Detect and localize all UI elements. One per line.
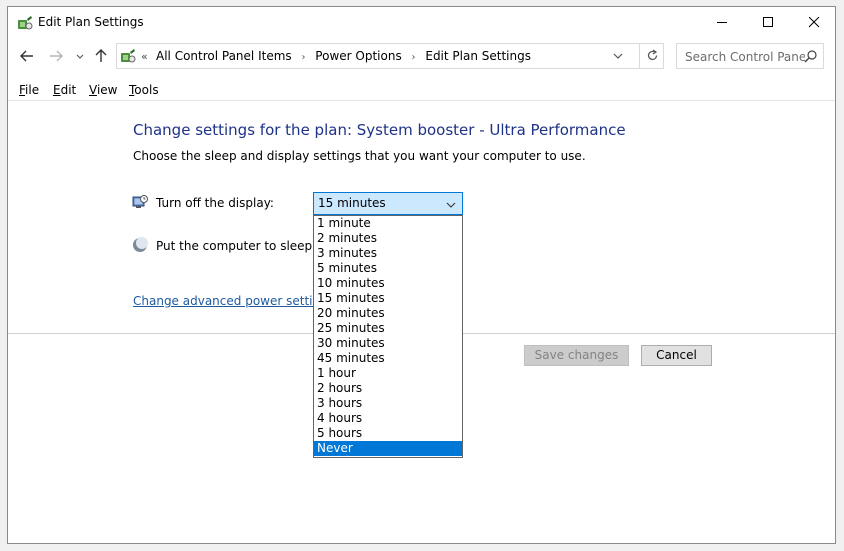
display-timeout-label: Turn off the display: [156, 196, 274, 210]
breadcrumb-overflow[interactable]: « [141, 50, 148, 63]
chevron-right-icon[interactable]: › [301, 52, 305, 63]
sleep-moon-icon [132, 237, 148, 253]
cancel-button[interactable]: Cancel [641, 345, 712, 366]
address-bar[interactable]: « All Control Panel Items › Power Option… [116, 43, 664, 69]
maximize-button[interactable] [745, 7, 791, 38]
refresh-button[interactable] [639, 43, 665, 69]
dropdown-option[interactable]: 45 minutes [314, 351, 462, 366]
search-box[interactable] [676, 43, 824, 70]
refresh-icon [647, 49, 658, 61]
dropdown-option[interactable]: 5 minutes [314, 261, 462, 276]
page-title: Change settings for the plan: System boo… [133, 121, 626, 139]
display-timeout-options: 1 minute 2 minutes 3 minutes 5 minutes 1… [313, 215, 463, 458]
back-button[interactable] [19, 48, 37, 66]
display-icon [132, 194, 148, 210]
edit-plan-settings-window: Edit Plan Settings « All Control Panel I… [7, 6, 836, 544]
dropdown-option[interactable]: 1 hour [314, 366, 462, 381]
search-icon[interactable] [804, 49, 818, 66]
close-icon [809, 17, 820, 28]
dropdown-option[interactable]: 2 hours [314, 381, 462, 396]
dropdown-option[interactable]: 3 minutes [314, 246, 462, 261]
menu-edit[interactable]: Edit [53, 83, 76, 97]
window-title: Edit Plan Settings [38, 15, 144, 29]
chevron-right-icon[interactable]: › [412, 52, 416, 63]
up-button[interactable] [93, 48, 111, 66]
power-options-icon [17, 15, 33, 31]
advanced-power-settings-link[interactable]: Change advanced power settings [133, 294, 334, 308]
dropdown-option[interactable]: 30 minutes [314, 336, 462, 351]
search-input[interactable] [677, 44, 807, 70]
dropdown-option[interactable]: 3 hours [314, 396, 462, 411]
chevron-down-icon [613, 53, 623, 59]
dropdown-option[interactable]: 4 hours [314, 411, 462, 426]
breadcrumb-item-power-options[interactable]: Power Options [315, 49, 401, 63]
menu-view[interactable]: View [89, 83, 117, 97]
forward-button[interactable] [48, 48, 66, 66]
back-arrow-icon [20, 50, 33, 62]
menu-bar: File Edit View Tools [8, 80, 835, 100]
recent-locations-button[interactable] [75, 51, 85, 69]
maximize-icon [763, 17, 773, 27]
menu-file[interactable]: File [19, 83, 39, 97]
chevron-down-icon [76, 54, 84, 59]
minimize-button[interactable] [699, 7, 745, 38]
menu-tools[interactable]: Tools [129, 83, 159, 97]
dropdown-option[interactable]: 15 minutes [314, 291, 462, 306]
chevron-down-icon [445, 199, 457, 213]
dropdown-option[interactable]: 1 minute [314, 216, 462, 231]
breadcrumb-item-edit-plan-settings[interactable]: Edit Plan Settings [425, 49, 531, 63]
dropdown-option[interactable]: 20 minutes [314, 306, 462, 321]
dropdown-option-highlighted[interactable]: Never [314, 441, 462, 456]
display-timeout-value: 15 minutes [318, 196, 386, 210]
breadcrumb: All Control Panel Items › Power Options … [156, 49, 531, 63]
display-timeout-select[interactable]: 15 minutes [313, 192, 463, 215]
dropdown-option[interactable]: 10 minutes [314, 276, 462, 291]
control-panel-icon [120, 48, 136, 64]
page-description: Choose the sleep and display settings th… [133, 149, 586, 163]
menu-divider [8, 100, 835, 101]
minimize-icon [717, 22, 727, 23]
close-button[interactable] [791, 7, 835, 38]
dropdown-option[interactable]: 25 minutes [314, 321, 462, 336]
dropdown-option[interactable]: 5 hours [314, 426, 462, 441]
title-bar[interactable]: Edit Plan Settings [8, 7, 835, 38]
save-changes-button[interactable]: Save changes [524, 345, 629, 366]
breadcrumb-item-all-control-panel-items[interactable]: All Control Panel Items [156, 49, 292, 63]
address-history-button[interactable] [611, 49, 625, 63]
up-arrow-icon [95, 49, 107, 62]
forward-arrow-icon [50, 50, 63, 62]
sleep-timeout-label: Put the computer to sleep: [156, 239, 317, 253]
dropdown-option[interactable]: 2 minutes [314, 231, 462, 246]
